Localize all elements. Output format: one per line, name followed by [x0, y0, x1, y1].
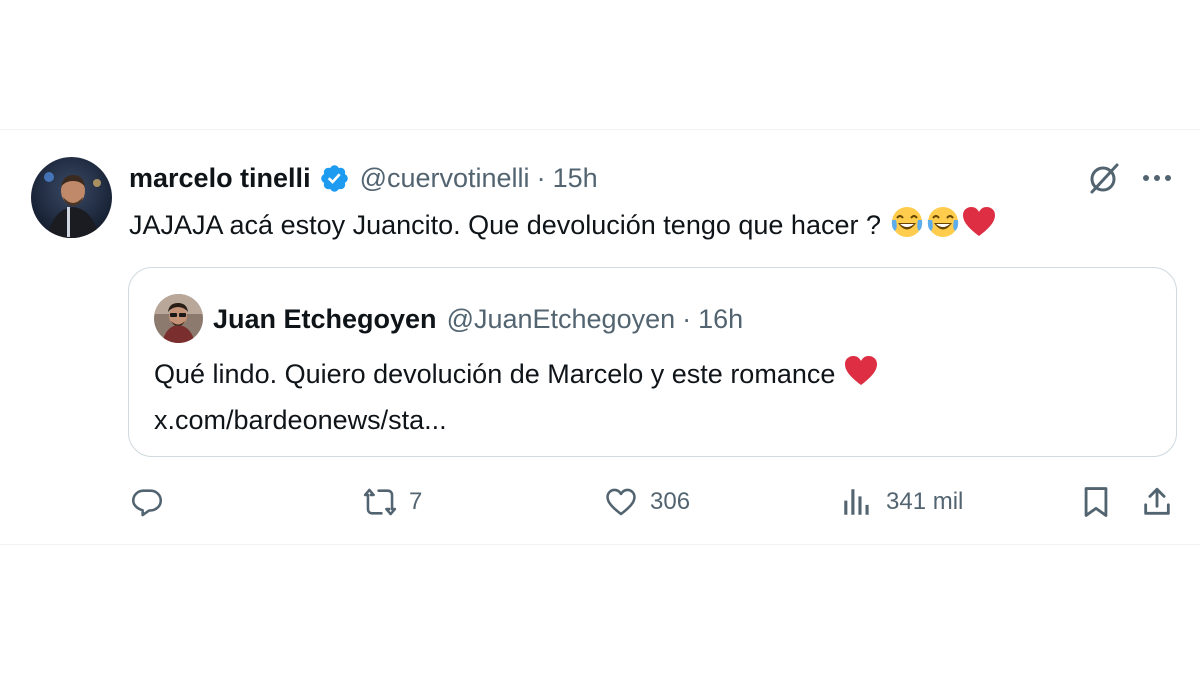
tweet[interactable]: marcelo tinelli @cuervotinelli · 15h JAJ… — [0, 129, 1200, 545]
quoted-tweet[interactable]: Juan Etchegoyen @JuanEtchegoyen · 16h Qu… — [128, 267, 1177, 457]
author-avatar[interactable] — [31, 157, 112, 238]
quoted-author-name[interactable]: Juan Etchegoyen — [213, 304, 437, 335]
views-button[interactable]: 341 mil — [840, 478, 963, 526]
quoted-author-handle[interactable]: @JuanEtchegoyen — [447, 304, 676, 335]
heart-icon — [606, 488, 636, 516]
bookmark-icon — [1084, 487, 1108, 517]
reply-button[interactable] — [130, 478, 176, 526]
separator-dot: · — [536, 162, 546, 193]
bookmark-button[interactable] — [1079, 478, 1113, 526]
quoted-tweet-timestamp[interactable]: 16h — [698, 304, 743, 335]
tweet-body: JAJAJA acá estoy Juancito. Que devolució… — [129, 210, 881, 240]
quoted-tweet-header: Juan Etchegoyen @JuanEtchegoyen · 16h — [213, 301, 743, 337]
separator-dot: · — [682, 303, 692, 334]
author-name[interactable]: marcelo tinelli — [129, 163, 311, 194]
grok-icon[interactable] — [1086, 160, 1122, 196]
verified-icon — [319, 163, 350, 194]
tweet-timestamp[interactable]: 15h — [553, 163, 598, 194]
laughing-emoji — [925, 204, 961, 249]
heart-emoji — [961, 204, 997, 249]
like-count: 306 — [650, 488, 691, 515]
retweet-count: 7 — [409, 488, 423, 515]
laughing-emoji — [889, 204, 925, 249]
quoted-tweet-text: Qué lindo. Quiero devolución de Marcelo … — [154, 353, 879, 440]
more-options-icon[interactable] — [1140, 166, 1174, 190]
retweet-button[interactable]: 7 — [363, 478, 422, 526]
analytics-icon — [844, 489, 869, 515]
quoted-tweet-link[interactable]: x.com/bardeonews/sta... — [154, 400, 879, 440]
quoted-tweet-body: Qué lindo. Quiero devolución de Marcelo … — [154, 359, 836, 389]
like-button[interactable]: 306 — [604, 478, 690, 526]
quoted-author-avatar[interactable] — [154, 294, 203, 343]
author-handle[interactable]: @cuervotinelli — [360, 163, 530, 194]
views-count: 341 mil — [886, 488, 964, 515]
share-icon — [1144, 487, 1170, 515]
heart-emoji — [843, 353, 879, 400]
tweet-actions: 7 306 341 mil — [0, 478, 1200, 526]
reply-icon — [131, 489, 163, 517]
share-button[interactable] — [1140, 478, 1174, 526]
tweet-header: marcelo tinelli @cuervotinelli · 15h — [129, 160, 598, 196]
tweet-text: JAJAJA acá estoy Juancito. Que devolució… — [129, 204, 997, 249]
retweet-icon — [363, 488, 397, 516]
